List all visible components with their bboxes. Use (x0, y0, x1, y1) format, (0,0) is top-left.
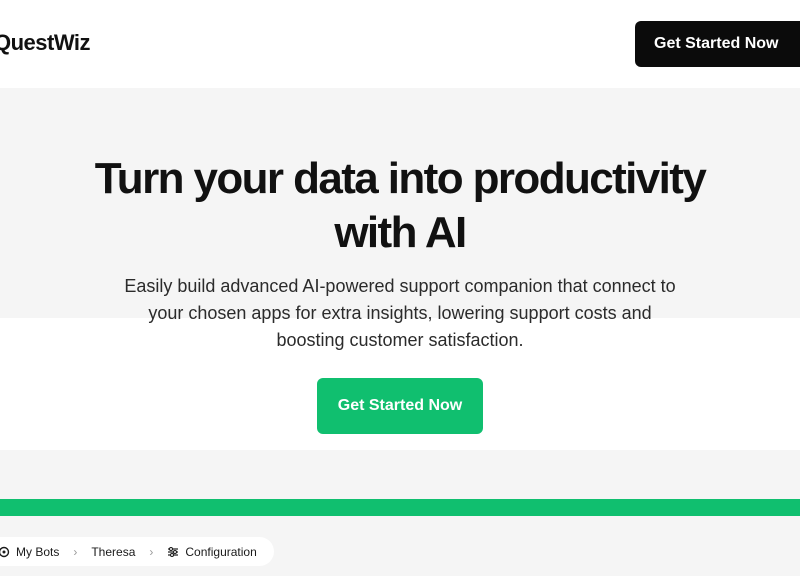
breadcrumb-label: Theresa (91, 544, 136, 559)
hero-subtitle: Easily build advanced AI-powered support… (110, 273, 690, 354)
header-get-started-button[interactable]: Get Started Now (635, 21, 800, 67)
breadcrumb-item-theresa[interactable]: Theresa (91, 545, 135, 559)
site-header: QuestWiz Get Started Now (0, 0, 800, 88)
logo[interactable]: QuestWiz (0, 30, 91, 56)
hero-title-line-2: with AI (334, 208, 467, 257)
breadcrumb-label: Configuration (185, 544, 257, 559)
hero-subtitle-line-1: Easily build advanced AI-powered support… (124, 276, 676, 296)
breadcrumb: My Bots › Theresa › Configuration (0, 537, 274, 566)
breadcrumb-label: My Bots (16, 544, 60, 559)
hero-title-line-1: Turn your data into productivity (94, 154, 707, 203)
chevron-right-icon: › (149, 544, 154, 559)
bot-icon (0, 546, 10, 557)
hero-subtitle-line-3: boosting customer satisfaction. (276, 330, 524, 350)
hero-title: Turn your data into productivity with AI (60, 152, 740, 260)
breadcrumb-item-configuration[interactable]: Configuration (167, 544, 257, 559)
chevron-right-icon: › (73, 544, 78, 559)
preview-accent-bar (0, 499, 800, 516)
hero-subtitle-line-2: your chosen apps for extra insights, low… (148, 303, 652, 323)
breadcrumb-item-my-bots[interactable]: My Bots (0, 545, 59, 559)
sliders-icon (168, 546, 179, 557)
hero-get-started-button[interactable]: Get Started Now (317, 378, 483, 434)
landing-page: QuestWiz Get Started Now Turn your data … (0, 0, 800, 576)
